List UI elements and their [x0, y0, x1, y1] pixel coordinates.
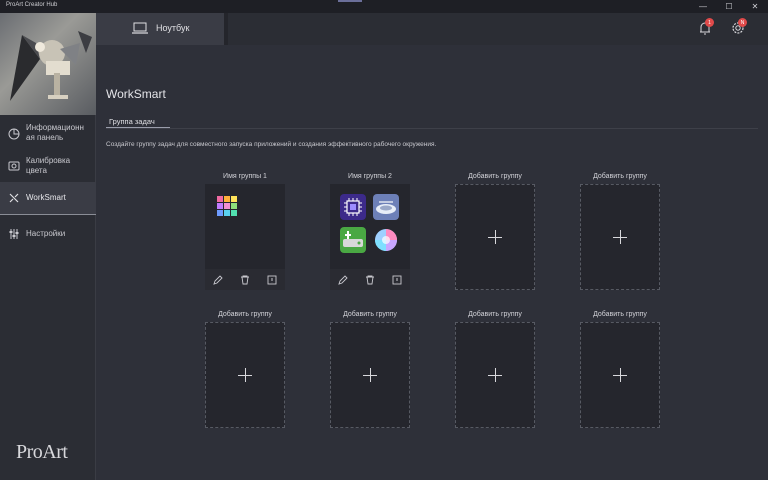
add-group-button[interactable] [580, 184, 660, 290]
calibration-icon [8, 161, 20, 171]
add-group-button[interactable] [580, 322, 660, 428]
add-group-label: Добавить группу [218, 311, 272, 318]
add-group-button[interactable] [455, 184, 535, 290]
laptop-icon [132, 22, 148, 34]
delete-icon[interactable] [240, 275, 250, 285]
group-actions [205, 269, 285, 290]
notifications-button[interactable]: 1 [697, 18, 714, 41]
sidebar-item-calibration[interactable]: Калибровка цвета [0, 151, 96, 183]
plus-icon [363, 368, 377, 382]
sidebar-item-dashboard[interactable]: Информационн ая панель [0, 117, 96, 151]
add-group-button[interactable] [330, 322, 410, 428]
notification-badge: 1 [705, 18, 714, 27]
page-title: WorkSmart [106, 87, 166, 101]
tab-notebook[interactable]: Ноутбук [96, 13, 224, 45]
group-actions [330, 269, 410, 290]
plus-icon [613, 230, 627, 244]
sidebar-item-worksmart[interactable]: WorkSmart [0, 182, 96, 215]
app-icon-armoury[interactable] [215, 194, 241, 220]
plus-icon [488, 368, 502, 382]
group-name: Имя группы 2 [348, 173, 392, 180]
maximize-button[interactable]: ☐ [716, 0, 742, 13]
add-group-label: Добавить группу [593, 311, 647, 318]
launch-icon[interactable] [267, 275, 277, 285]
settings-sliders-icon [9, 229, 19, 239]
edit-icon[interactable] [338, 274, 348, 285]
subtab-label: Группа задач [109, 117, 155, 126]
proart-logo: ProArt [16, 441, 68, 463]
add-group-button[interactable] [455, 322, 535, 428]
window-title: ProArt Creator Hub [6, 2, 58, 8]
sidebar-item-settings[interactable]: Настройки [0, 223, 96, 245]
settings-badge: N [738, 18, 747, 27]
plus-icon [613, 368, 627, 382]
app-icon-drive-utility[interactable] [340, 227, 366, 253]
app-icon-color-wheel[interactable] [373, 227, 399, 253]
close-button[interactable]: ✕ [742, 0, 768, 13]
sidebar: Информационн ая панель Калибровка цвета … [0, 13, 96, 480]
launch-icon[interactable] [392, 275, 402, 285]
group-apps-panel[interactable] [205, 184, 285, 269]
add-group-label: Добавить группу [593, 173, 647, 180]
settings-button[interactable]: N [730, 18, 747, 41]
sidebar-item-label: Информационн ая панель [26, 123, 84, 142]
plus-icon [238, 368, 252, 382]
add-group-label: Добавить группу [468, 311, 522, 318]
add-group-label: Добавить группу [468, 173, 522, 180]
tab-divider [224, 13, 228, 45]
edit-icon[interactable] [213, 274, 223, 285]
group-name: Имя группы 1 [223, 173, 267, 180]
add-group-label: Добавить группу [343, 311, 397, 318]
divider [106, 128, 758, 129]
title-bar: ProArt Creator Hub — ☐ ✕ [0, 0, 768, 13]
worksmart-icon [9, 193, 19, 203]
tab-label: Ноутбук [156, 23, 190, 33]
add-group-button[interactable] [205, 322, 285, 428]
app-icon-disk-tool[interactable] [373, 194, 399, 220]
sidebar-item-label: WorkSmart [26, 193, 66, 202]
group-apps-panel[interactable] [330, 184, 410, 269]
minimize-button[interactable]: — [690, 0, 716, 13]
sidebar-item-label: Калибровка цвета [26, 156, 71, 175]
hero-artwork [0, 13, 96, 115]
delete-icon[interactable] [365, 275, 375, 285]
top-bar: Ноутбук 1 N [96, 13, 768, 45]
dashboard-icon [8, 128, 20, 140]
app-icon-cpu[interactable] [340, 194, 366, 220]
plus-icon [488, 230, 502, 244]
page-description: Создайте группу задач для совместного за… [106, 141, 437, 148]
sidebar-item-label: Настройки [26, 229, 66, 238]
drag-handle[interactable] [338, 0, 362, 2]
